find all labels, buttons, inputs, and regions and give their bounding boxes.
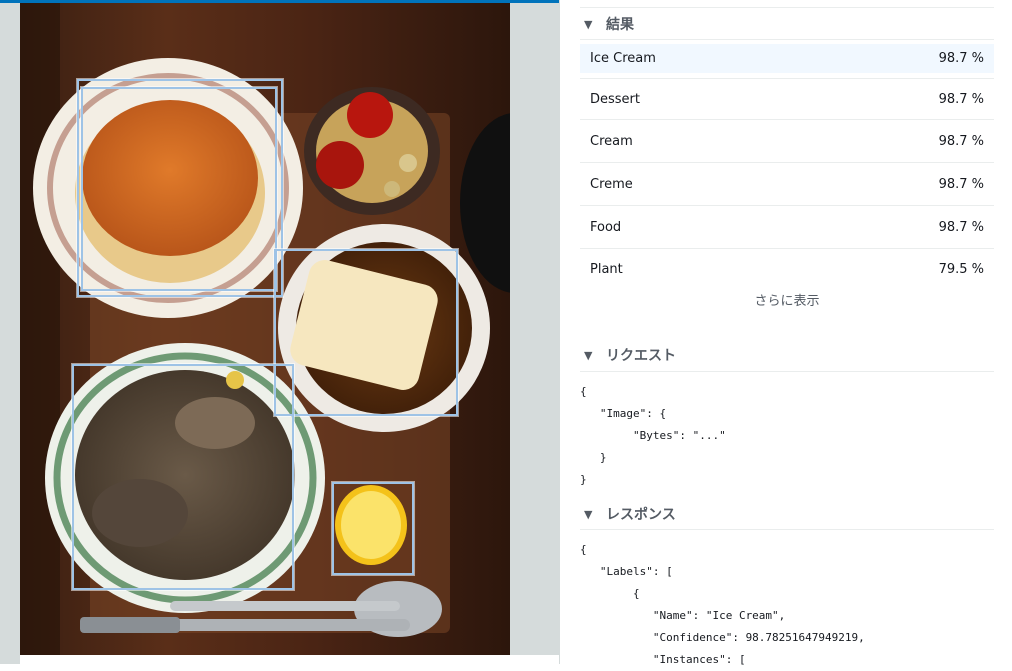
bounding-box xyxy=(332,482,414,575)
label-confidence: 98.7 % xyxy=(938,91,984,107)
result-row[interactable]: Food 98.7 % xyxy=(580,206,994,249)
results-section-title: 結果 xyxy=(606,17,634,33)
label-name: Ice Cream xyxy=(590,51,656,66)
result-row[interactable]: Plant 79.5 % xyxy=(580,249,994,289)
response-section-toggle[interactable]: ▼ レスポンス xyxy=(580,499,994,529)
bounding-box xyxy=(81,87,277,291)
label-confidence: 98.7 % xyxy=(938,219,984,235)
result-row[interactable]: Creme 98.7 % xyxy=(580,163,994,206)
label-name: Plant xyxy=(590,261,623,277)
caret-down-icon: ▼ xyxy=(584,17,593,31)
request-section-title: リクエスト xyxy=(606,348,676,364)
result-row[interactable]: Dessert 98.7 % xyxy=(580,78,994,120)
label-confidence: 79.5 % xyxy=(938,261,984,277)
label-confidence: 98.7 % xyxy=(938,51,984,66)
divider xyxy=(580,529,994,530)
label-name: Creme xyxy=(590,176,633,192)
label-name: Food xyxy=(590,219,622,235)
divider xyxy=(580,371,994,372)
caret-down-icon: ▼ xyxy=(584,348,593,362)
result-row[interactable]: Cream 98.7 % xyxy=(580,120,994,163)
bounding-box xyxy=(72,364,294,590)
label-name: Cream xyxy=(590,133,633,149)
label-confidence: 98.7 % xyxy=(938,176,984,192)
response-section-title: レスポンス xyxy=(606,507,676,523)
analyzed-photo xyxy=(20,3,510,664)
image-preview-panel xyxy=(0,0,560,664)
show-more-button[interactable]: さらに表示 xyxy=(580,290,994,309)
panel-bottom-strip xyxy=(20,655,560,664)
divider xyxy=(580,7,994,8)
bounding-box xyxy=(274,249,458,416)
results-list: Ice Cream 98.7 % Dessert 98.7 % Cream 98… xyxy=(580,40,994,289)
label-confidence: 98.7 % xyxy=(938,133,984,149)
result-row[interactable]: Ice Cream 98.7 % xyxy=(580,44,994,73)
request-section-toggle[interactable]: ▼ リクエスト xyxy=(580,340,994,370)
request-json: { "Image": { "Bytes": "..." } } xyxy=(580,385,726,486)
results-panel: ▼ 結果 Ice Cream 98.7 % Dessert 98.7 % Cre… xyxy=(560,0,1012,666)
results-section-toggle[interactable]: ▼ 結果 xyxy=(580,9,994,39)
response-json: { "Labels": [ { "Name": "Ice Cream", "Co… xyxy=(580,543,865,666)
caret-down-icon: ▼ xyxy=(584,507,593,521)
label-name: Dessert xyxy=(590,91,640,107)
